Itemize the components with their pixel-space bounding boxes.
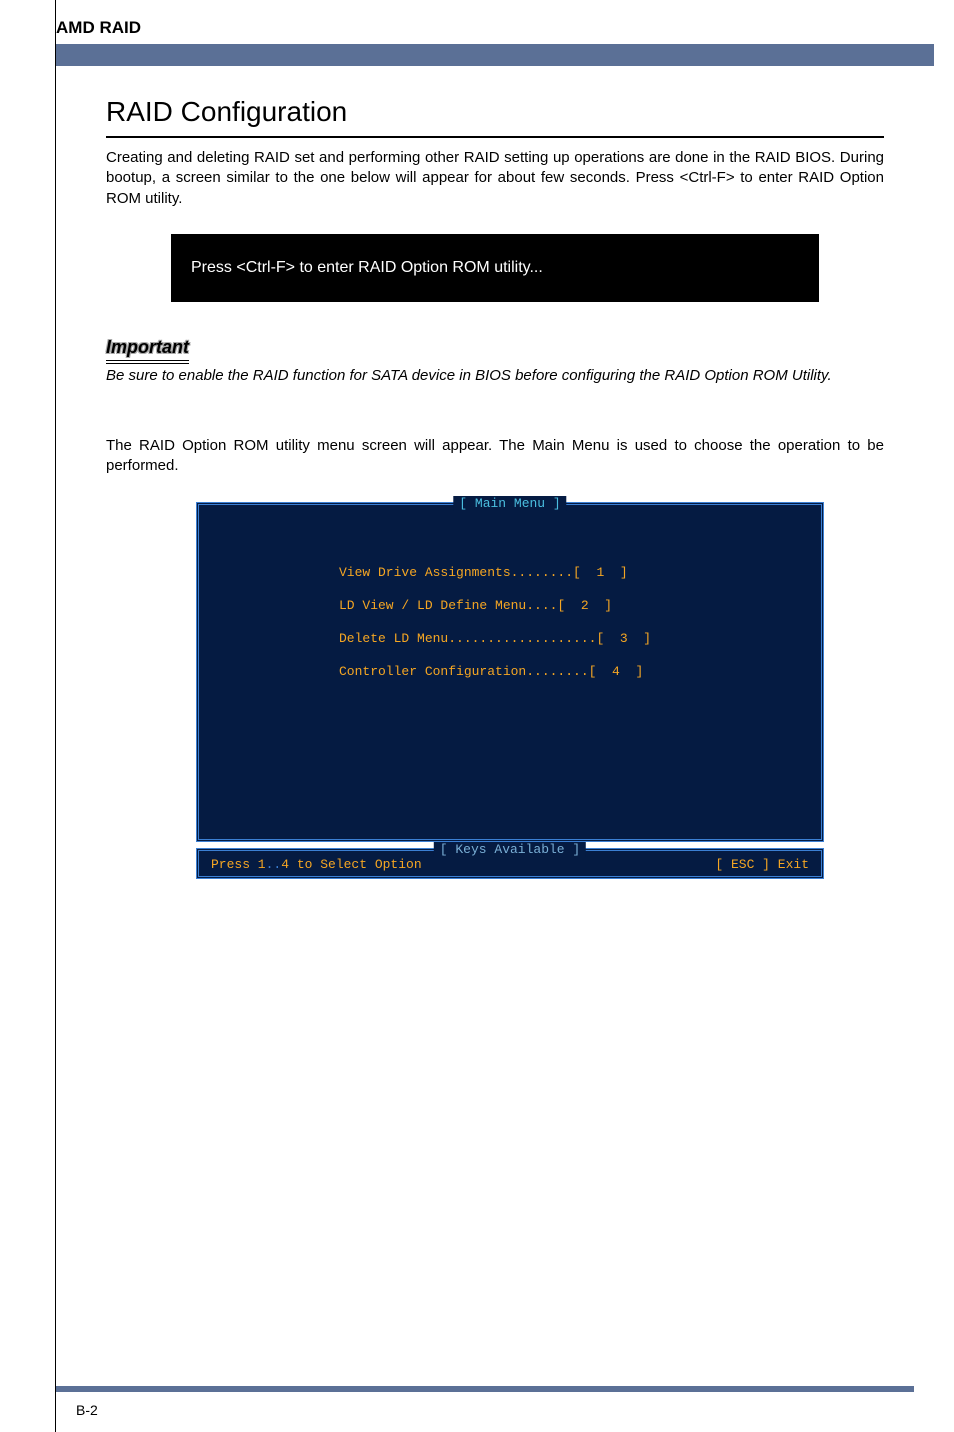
keys-left-suffix: 4 to Select Option bbox=[281, 857, 421, 872]
important-label: Important bbox=[106, 337, 189, 358]
bios-main-menu-panel: [ Main Menu ] View Drive Assignments....… bbox=[196, 502, 824, 842]
intro-paragraph: Creating and deleting RAID set and perfo… bbox=[106, 148, 884, 209]
ctrl-f-prompt: Press <Ctrl-F> to enter RAID Option ROM … bbox=[171, 234, 819, 302]
keys-left-prefix: Press 1 bbox=[211, 857, 266, 872]
important-text: Be sure to enable the RAID function for … bbox=[106, 366, 884, 386]
header: AMD RAID bbox=[56, 0, 934, 66]
bios-keys-panel: [ Keys Available ] Press 1..4 to Select … bbox=[196, 848, 824, 879]
bios-menu-item-2: LD View / LD Define Menu....[ 2 ] bbox=[339, 598, 821, 613]
bios-menu-item-3: Delete LD Menu...................[ 3 ] bbox=[339, 631, 821, 646]
header-title: AMD RAID bbox=[56, 18, 934, 38]
bios-main-menu-title: [ Main Menu ] bbox=[453, 496, 566, 511]
paragraph-2: The RAID Option ROM utility menu screen … bbox=[106, 436, 884, 477]
bios-keys-right: [ ESC ] Exit bbox=[715, 857, 809, 872]
page-frame: AMD RAID RAID Configuration Creating and… bbox=[55, 0, 934, 1432]
header-blue-band bbox=[56, 44, 934, 66]
section-heading: RAID Configuration bbox=[106, 96, 884, 138]
bios-menu-item-1: View Drive Assignments........[ 1 ] bbox=[339, 565, 821, 580]
footer-blue-bar bbox=[56, 1386, 914, 1392]
bios-keys-title: [ Keys Available ] bbox=[434, 842, 586, 857]
bios-menu-item-4: Controller Configuration........[ 4 ] bbox=[339, 664, 821, 679]
page-number: B-2 bbox=[76, 1402, 98, 1418]
bios-screenshot: [ Main Menu ] View Drive Assignments....… bbox=[196, 502, 824, 879]
spacer bbox=[106, 386, 884, 436]
keys-left-dots: .. bbox=[266, 857, 282, 872]
bios-menu-items: View Drive Assignments........[ 1 ] LD V… bbox=[199, 545, 821, 679]
content: RAID Configuration Creating and deleting… bbox=[56, 66, 934, 879]
bios-keys-left: Press 1..4 to Select Option bbox=[211, 857, 422, 872]
